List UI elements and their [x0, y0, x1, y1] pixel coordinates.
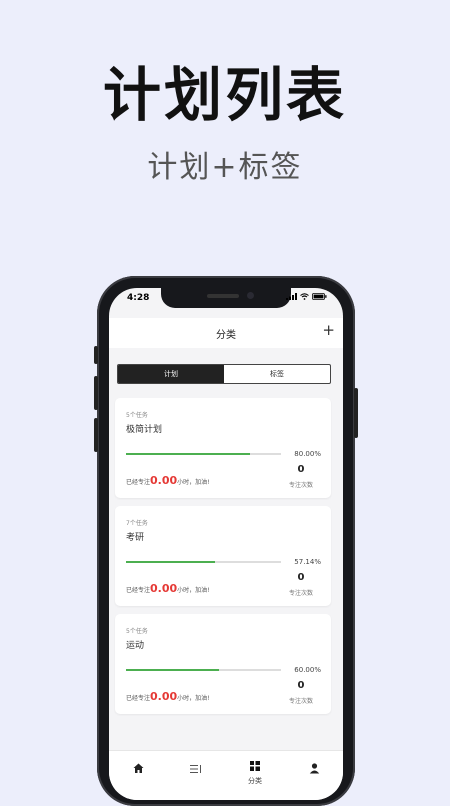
focus-count: 0 [297, 464, 305, 475]
focus-suffix: 小时，加油! [177, 695, 210, 702]
segmented-control: 计划 标签 [117, 364, 331, 384]
plan-card[interactable]: 7个任务 考研 57.14% 已经专注0.00小时，加油! 0 专注次数 [115, 506, 331, 606]
list-icon [190, 765, 201, 773]
task-count: 5个任务 [126, 628, 148, 635]
focus-count-label: 专注次数 [288, 482, 313, 489]
battery-icon [312, 293, 327, 300]
add-button[interactable]: + [322, 321, 335, 339]
plan-name: 极简计划 [126, 425, 163, 435]
progress-bar [126, 561, 281, 563]
progress-bar [126, 669, 281, 671]
progress-fill [126, 453, 250, 455]
plan-name: 运动 [126, 641, 145, 651]
home-icon [133, 763, 143, 773]
wifi-icon [300, 293, 309, 300]
focus-count-label: 专注次数 [288, 698, 313, 705]
volume-down-button [94, 418, 98, 452]
progress-bar [126, 453, 281, 455]
plan-card[interactable]: 5个任务 极简计划 80.00% 已经专注0.00小时，加油! 0 专注次数 [115, 398, 331, 498]
focus-count: 0 [297, 680, 305, 691]
category-icon [250, 761, 260, 771]
progress-fill [126, 669, 219, 671]
focus-suffix: 小时，加油! [177, 587, 210, 594]
focus-summary: 已经专注0.00小时，加油! [126, 474, 210, 487]
focus-prefix: 已经专注 [126, 479, 151, 486]
progress-percent: 57.14% [294, 558, 321, 566]
focus-prefix: 已经专注 [126, 587, 151, 594]
focus-summary: 已经专注0.00小时，加油! [126, 582, 210, 595]
task-count: 5个任务 [126, 412, 148, 419]
segment-tag[interactable]: 标签 [224, 365, 330, 383]
focus-summary: 已经专注0.00小时，加油! [126, 690, 210, 703]
tab-category-label: 分类 [248, 777, 262, 785]
focus-hours: 0.00 [150, 582, 178, 595]
power-button [354, 388, 358, 438]
tab-list[interactable] [167, 759, 225, 778]
tab-home[interactable] [109, 759, 167, 778]
phone-frame: 4:28 分类 + 计划 标签 5个任务 极简计划 80.00% 已经专注0.0… [94, 276, 358, 806]
tab-bar: 分类 [109, 750, 343, 800]
tab-profile[interactable] [285, 759, 343, 778]
speaker [207, 294, 239, 298]
segment-plan[interactable]: 计划 [118, 365, 224, 383]
task-count: 7个任务 [126, 520, 148, 527]
tab-category[interactable]: 分类 [226, 756, 284, 786]
progress-percent: 80.00% [294, 450, 321, 458]
progress-percent: 60.00% [294, 666, 321, 674]
app-header: 分类 + [109, 318, 343, 348]
status-time: 4:28 [127, 293, 150, 303]
focus-count: 0 [297, 572, 305, 583]
focus-count-label: 专注次数 [288, 590, 313, 597]
plan-card[interactable]: 5个任务 运动 60.00% 已经专注0.00小时，加油! 0 专注次数 [115, 614, 331, 714]
focus-prefix: 已经专注 [126, 695, 151, 702]
progress-fill [126, 561, 215, 563]
volume-up-button [94, 376, 98, 410]
promo-subtitle: 计划+标签 [147, 150, 303, 185]
mute-switch [94, 346, 98, 364]
notch [161, 288, 291, 308]
focus-hours: 0.00 [150, 690, 178, 703]
front-camera [247, 292, 254, 299]
promo-title: 计划列表 [102, 61, 347, 129]
focus-hours: 0.00 [150, 474, 178, 487]
status-icons [286, 293, 327, 300]
profile-icon [309, 763, 319, 774]
signal-icon [286, 293, 297, 300]
phone-screen: 4:28 分类 + 计划 标签 5个任务 极简计划 80.00% 已经专注0.0… [109, 288, 343, 800]
plan-name: 考研 [126, 533, 145, 543]
header-title: 分类 [216, 330, 236, 341]
focus-suffix: 小时，加油! [177, 479, 210, 486]
